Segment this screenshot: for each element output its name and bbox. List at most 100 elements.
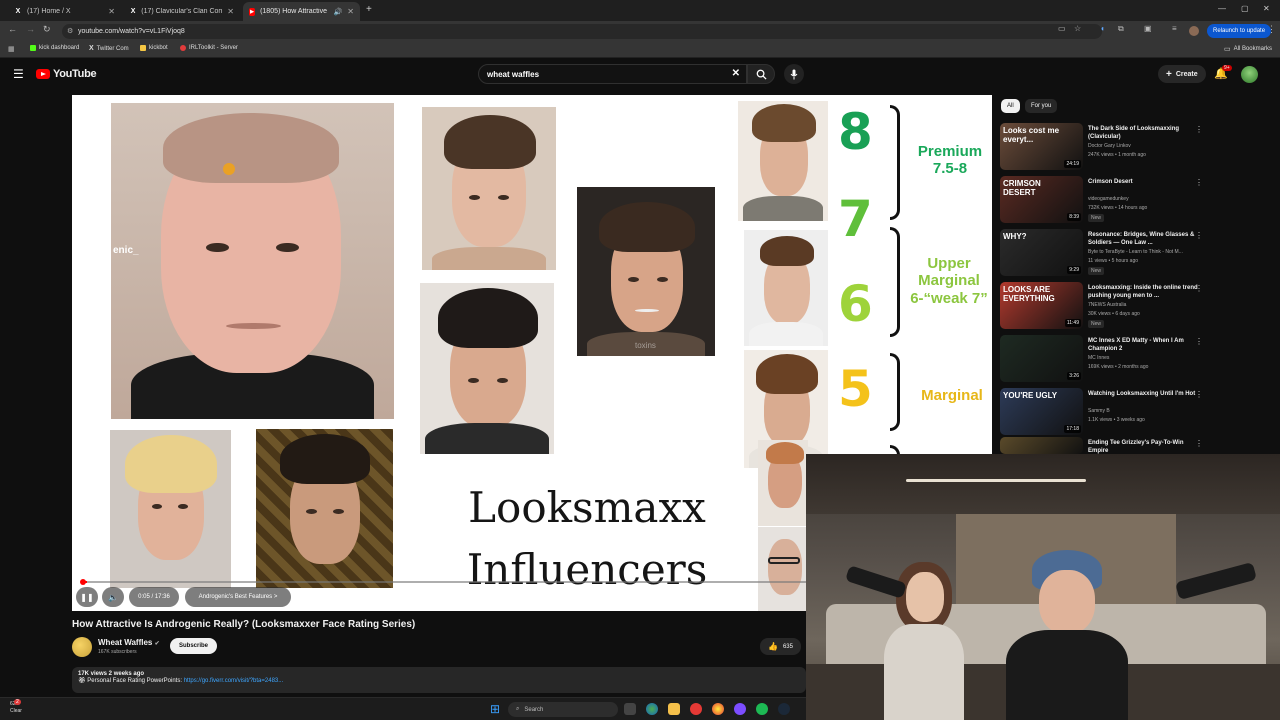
search-input[interactable]: wheat waffles ✕ (478, 64, 747, 84)
apps-grid-icon[interactable]: ▦ (8, 45, 15, 53)
more-options-icon[interactable]: ⋮ (1195, 390, 1203, 399)
recommendation-channel[interactable]: Sammy B (1088, 408, 1110, 414)
media-icon[interactable]: ≡ (1172, 24, 1177, 33)
close-tab-icon[interactable]: ✕ (227, 7, 234, 16)
scrubber-handle[interactable] (80, 579, 86, 585)
recommendation-item[interactable]: WHY? 9:29 Resonance: Bridges, Wine Glasses… (1000, 229, 1270, 277)
pause-button[interactable]: ❚❚ (76, 587, 98, 607)
recommendation-channel[interactable]: 7NEWS Australia (1088, 302, 1126, 308)
discord-icon[interactable] (734, 703, 746, 715)
more-options-icon[interactable]: ⋮ (1195, 284, 1203, 293)
close-tab-icon[interactable]: ✕ (347, 7, 354, 16)
extensions-puzzle-icon[interactable]: ⧉ (1118, 24, 1124, 34)
like-button[interactable]: 👍 635 (760, 638, 801, 655)
recommendation-thumbnail[interactable]: LOOKS ARE EVERYTHING 11:49 (1000, 282, 1083, 329)
recommendation-channel[interactable]: MC Innes (1088, 355, 1109, 361)
recommendation-channel[interactable]: videogamedunkey (1088, 196, 1129, 202)
search-button[interactable] (747, 64, 775, 84)
recommendation-item[interactable]: Looks cost me everyt... 24:19 The Dark Sid… (1000, 123, 1270, 171)
recommendation-thumbnail[interactable]: 3:26 (1000, 335, 1083, 382)
task-view-icon[interactable] (624, 703, 636, 715)
channel-avatar[interactable] (72, 637, 92, 657)
sidebar-icon[interactable]: ▣ (1144, 24, 1152, 33)
recommendation-thumbnail[interactable]: CRIMSON DESERT 8:39 (1000, 176, 1083, 223)
subscribe-button[interactable]: Subscribe (170, 638, 218, 654)
recommendation-thumbnail[interactable]: WHY? 9:29 (1000, 229, 1083, 276)
all-bookmarks[interactable]: ▭ All Bookmarks (1224, 45, 1272, 53)
menu-kebab-icon[interactable]: ⋮ (1267, 24, 1276, 35)
recommendation-item[interactable]: YOU'RE UGLY 17:18 Watching Looksmaxxing Un… (1000, 388, 1270, 436)
recommendation-title[interactable]: MC Innes X ED Matty - When I Am Champion… (1088, 337, 1200, 353)
taskbar-search[interactable]: ⌕ Search (508, 702, 618, 717)
create-button[interactable]: + Create (1158, 65, 1206, 83)
speaker-icon[interactable]: 🔊 (334, 8, 343, 16)
recommendation-item[interactable]: CRIMSON DESERT 8:39 Crimson Desert videogam… (1000, 176, 1270, 224)
recommendation-title[interactable]: Resonance: Bridges, Wine Glasses & Soldi… (1088, 231, 1200, 247)
back-icon[interactable]: ← (8, 24, 17, 34)
bookmark-irltoolkit[interactable]: IRLToolkit - Server (180, 45, 238, 51)
recommendation-thumbnail[interactable]: YOU'RE UGLY 17:18 (1000, 388, 1083, 435)
youtube-logo[interactable]: YouTube (36, 68, 97, 80)
account-avatar[interactable] (1241, 66, 1258, 83)
url-field[interactable]: ⚙ youtube.com/watch?v=vL1FiVjoq8 (62, 24, 1102, 39)
x-logo-icon: X (15, 8, 21, 15)
bookmark-twitter[interactable]: X Twitter Com (89, 45, 129, 52)
more-options-icon[interactable]: ⋮ (1195, 231, 1203, 240)
close-tab-icon[interactable]: ✕ (108, 7, 115, 16)
recommendation-title[interactable]: Looksmaxxing: Inside the online trend pu… (1088, 284, 1200, 300)
cast-icon[interactable]: ▭ (1058, 24, 1066, 33)
recommendation-channel[interactable]: Byte to TeraByte - Learn to Think - Not … (1088, 249, 1183, 255)
volume-button[interactable]: 🔈 (102, 587, 124, 607)
clear-search-icon[interactable]: ✕ (732, 68, 740, 79)
recommendation-item[interactable]: 3:26 MC Innes X ED Matty - When I Am Cham… (1000, 335, 1270, 383)
chrome-canary-icon[interactable] (712, 703, 724, 715)
bookmarks-bar: ▦ kick dashboard X Twitter Com kickbot I… (0, 42, 1280, 58)
extension-icon[interactable]: ◖ (1100, 24, 1105, 33)
maximize-icon[interactable]: ▢ (1241, 4, 1249, 13)
chip-for-you[interactable]: For you (1025, 99, 1058, 113)
recommendation-thumbnail[interactable]: Looks cost me everyt... 24:19 (1000, 123, 1083, 170)
steam-icon[interactable] (778, 703, 790, 715)
more-options-icon[interactable]: ⋮ (1195, 125, 1203, 134)
bookmark-star-icon[interactable]: ☆ (1074, 24, 1081, 33)
recommendation-title[interactable]: Crimson Desert (1088, 178, 1200, 186)
chip-all[interactable]: All (1001, 99, 1020, 113)
recommendation-channel[interactable]: Doctor Gary Linkov (1088, 143, 1131, 149)
more-options-icon[interactable]: ⋮ (1195, 178, 1203, 187)
recommendation-item[interactable]: LOOKS ARE EVERYTHING 11:49 Looksmaxxing: I… (1000, 282, 1270, 330)
video-description[interactable]: 17K views 2 weeks ago 🏵 Personal Face Ra… (72, 667, 806, 693)
close-window-icon[interactable]: ✕ (1263, 4, 1270, 13)
hamburger-menu-icon[interactable]: ☰ (13, 67, 24, 81)
new-tab-button[interactable]: + (366, 4, 372, 15)
more-options-icon[interactable]: ⋮ (1195, 439, 1203, 448)
video-duration: 9:29 (1067, 266, 1081, 274)
recommendation-item[interactable]: Ending Tee Grizzley's Pay-To-Win Empire ⋮ (1000, 437, 1270, 454)
description-link[interactable]: https://go.fiverr.com/visit/?bta=2483... (184, 678, 284, 684)
tab-x-home[interactable]: X (17) Home / X ✕ (8, 2, 121, 21)
recommendation-title[interactable]: Watching Looksmaxxing Until I'm Hot (1088, 390, 1200, 398)
file-explorer-icon[interactable] (668, 703, 680, 715)
bookmark-kick-dashboard[interactable]: kick dashboard (30, 45, 79, 51)
reload-icon[interactable]: ↻ (43, 24, 51, 35)
tab-youtube-active[interactable]: ▶ (1805) How Attractive Is An... 🔊 ✕ (243, 2, 360, 21)
recommendation-title[interactable]: The Dark Side of Looksmaxxing (Clavicula… (1088, 125, 1200, 141)
site-info-icon[interactable]: ⚙ (67, 27, 73, 35)
forward-icon[interactable]: → (26, 24, 35, 34)
video-duration: 3:26 (1067, 372, 1081, 380)
chapter-button[interactable]: Androgenic's Best Features > (185, 587, 291, 607)
relaunch-button[interactable]: Relaunch to update (1207, 24, 1272, 38)
windows-start-icon[interactable]: ⊞ (490, 702, 500, 716)
tab-label: (17) Clavicular's Clan Communi... (141, 8, 223, 15)
app-icon[interactable] (690, 703, 702, 715)
tab-clavicular[interactable]: X (17) Clavicular's Clan Communi... ✕ (124, 2, 240, 21)
recommendation-thumbnail[interactable] (1000, 437, 1083, 454)
minimize-icon[interactable]: — (1218, 4, 1226, 13)
voice-search-button[interactable] (784, 64, 804, 84)
profile-avatar[interactable] (1189, 26, 1199, 36)
chrome-icon[interactable] (646, 703, 658, 715)
recommendation-title[interactable]: Ending Tee Grizzley's Pay-To-Win Empire (1088, 439, 1200, 455)
bookmark-kickbot[interactable]: kickbot (140, 45, 168, 51)
channel-name[interactable]: Wheat Waffles ✔ (98, 638, 160, 647)
more-options-icon[interactable]: ⋮ (1195, 337, 1203, 346)
spotify-icon[interactable] (756, 703, 768, 715)
